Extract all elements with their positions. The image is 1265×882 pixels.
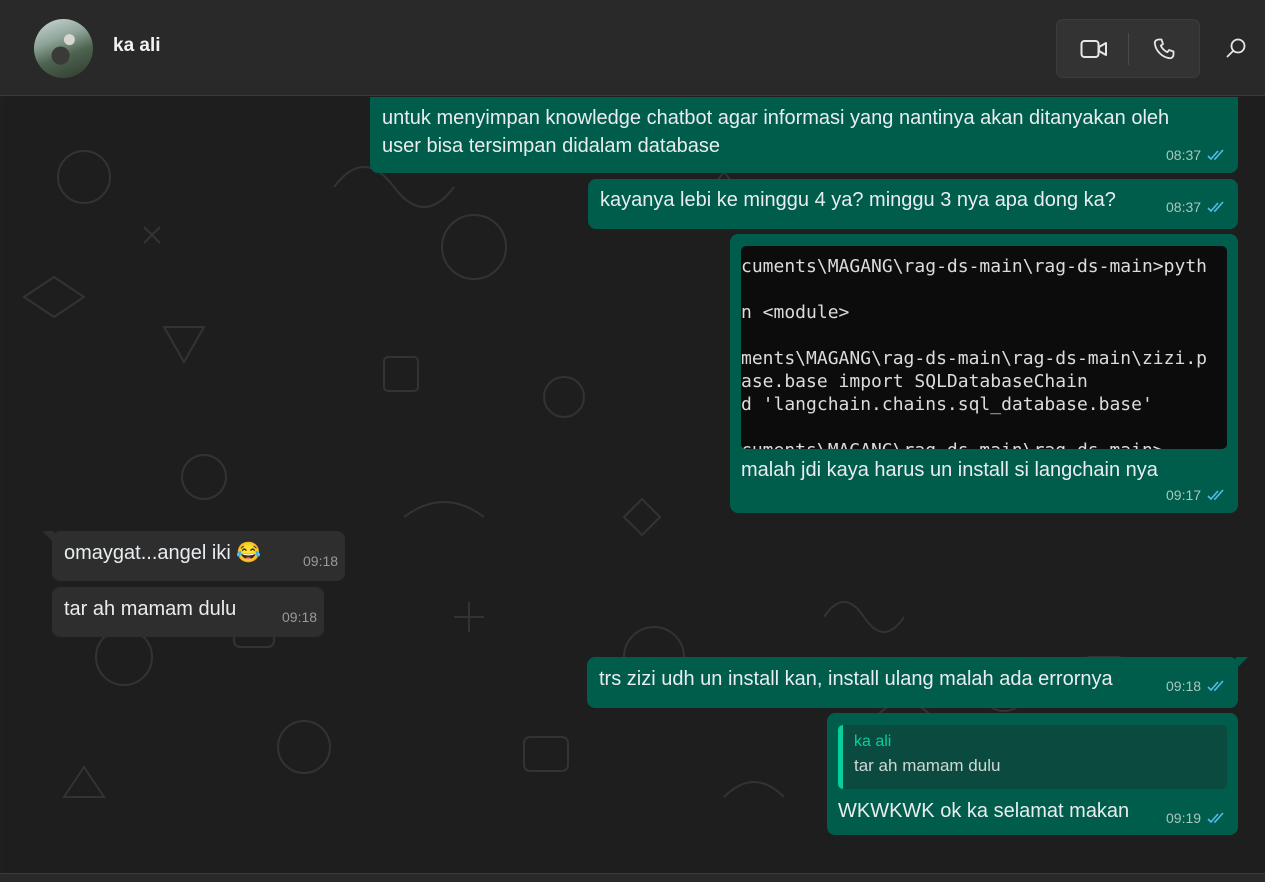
message-time: 09:17 [1166,487,1202,503]
message-meta: 09:19 [1166,810,1225,826]
incoming-message[interactable]: omaygat...angel iki 😂 09:18 [52,531,345,581]
message-text: tar ah mamam dulu [64,598,237,620]
search-icon [1226,38,1246,58]
phone-icon [1153,38,1175,60]
terminal-line: cuments\MAGANG\rag-ds-main\rag-ds-main> [741,440,1164,449]
message-time: 09:18 [282,609,318,625]
composer-bar-edge [0,873,1265,882]
whatsapp-window: ka ali untuk menyimpan knowledge chatbot… [0,0,1265,882]
message-meta: 08:37 [1166,147,1225,163]
contact-name[interactable]: ka ali [113,35,161,57]
quoted-message[interactable]: ka ali tar ah mamam dulu [838,725,1227,789]
message-text: kayanya lebi ke minggu 4 ya? minggu 3 ny… [600,189,1116,211]
message-text-line: untuk menyimpan knowledge chatbot agar i… [382,107,1170,129]
terminal-line: ments\MAGANG\rag-ds-main\rag-ds-main\ziz… [741,348,1207,369]
message-text: trs zizi udh un install kan, install ula… [599,668,1113,690]
search-button[interactable] [1216,28,1256,68]
message-meta: 09:18 [282,609,317,625]
message-time: 09:19 [1166,810,1202,826]
outgoing-image-message[interactable]: cuments\MAGANG\rag-ds-main\rag-ds-main>p… [730,234,1238,513]
message-text: WKWKWK ok ka selamat makan [838,800,1130,822]
message-time: 08:37 [1166,147,1202,163]
double-check-read-icon [1207,149,1224,161]
quoted-text: tar ah mamam dulu [854,756,1001,775]
chat-message-area[interactable]: untuk menyimpan knowledge chatbot agar i… [4,97,1265,873]
double-check-read-icon [1207,680,1224,692]
terminal-line: n <module> [741,302,850,323]
message-caption: malah jdi kaya harus un install si langc… [741,459,1158,481]
double-check-read-icon [1207,489,1224,501]
quoted-author: ka ali [854,733,892,750]
chat-header: ka ali [0,0,1265,96]
message-time: 09:18 [303,553,339,569]
message-meta: 08:37 [1166,199,1225,215]
message-meta: 09:17 [1166,487,1225,503]
message-text-line: user bisa tersimpan didalam database [382,135,720,157]
message-meta: 09:18 [303,553,338,569]
voice-call-button[interactable] [1143,30,1185,68]
outgoing-reply-message[interactable]: ka ali tar ah mamam dulu WKWKWK ok ka se… [827,713,1238,835]
outgoing-message[interactable]: kayanya lebi ke minggu 4 ya? minggu 3 ny… [588,179,1238,229]
contact-avatar[interactable] [34,19,93,78]
incoming-message[interactable]: tar ah mamam dulu 09:18 [52,587,324,637]
double-check-read-icon [1207,201,1224,213]
outgoing-message[interactable]: untuk menyimpan knowledge chatbot agar i… [370,97,1238,173]
call-buttons-group [1056,19,1200,78]
terminal-line: d 'langchain.chains.sql_database.base' [741,394,1153,415]
message-meta: 09:18 [1166,678,1225,694]
message-time: 09:18 [1166,678,1202,694]
terminal-screenshot-image[interactable]: cuments\MAGANG\rag-ds-main\rag-ds-main>p… [741,246,1227,449]
quote-accent-bar [838,725,843,789]
terminal-line: ase.base import SQLDatabaseChain [741,371,1088,392]
message-text: omaygat...angel iki 😂 [64,542,262,564]
double-check-read-icon [1207,812,1224,824]
call-buttons-divider [1128,33,1129,65]
terminal-line: cuments\MAGANG\rag-ds-main\rag-ds-main>p… [741,256,1207,277]
video-call-button[interactable] [1073,30,1115,68]
outgoing-message[interactable]: trs zizi udh un install kan, install ula… [587,657,1238,708]
video-camera-icon [1080,40,1107,58]
message-time: 08:37 [1166,199,1202,215]
